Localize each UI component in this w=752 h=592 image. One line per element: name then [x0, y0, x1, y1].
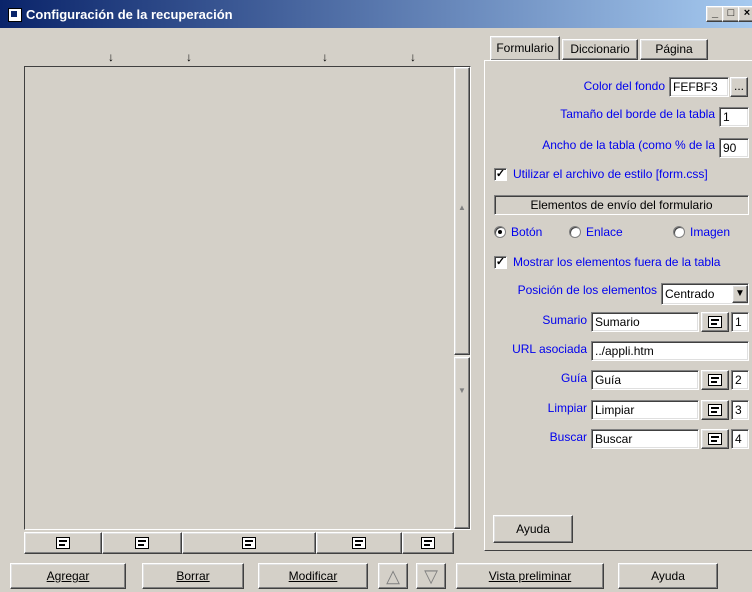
table-width-label: Ancho de la tabla (como % de la — [542, 138, 715, 152]
column-marker-4[interactable]: ↓ — [410, 50, 416, 64]
column-marker-1[interactable]: ↓ — [108, 50, 114, 64]
tab-pagina[interactable]: Página — [640, 39, 708, 60]
sumario-input[interactable]: Sumario — [591, 312, 699, 332]
buscar-order-input[interactable]: 4 — [731, 429, 749, 449]
table-width-input[interactable]: 90 — [719, 138, 749, 158]
row-label-buscar: Buscar — [549, 430, 587, 444]
tab-panel: Color del fondo FEFBF3 ... Tamaño del bo… — [484, 60, 752, 551]
delete-button-label: Borrar — [176, 569, 210, 583]
row-label-guia: Guía — [560, 371, 587, 385]
limpiar-properties-button[interactable] — [701, 400, 729, 420]
preview-button[interactable]: Vista preliminar — [456, 563, 604, 589]
column-properties-button-4[interactable] — [316, 532, 402, 554]
sumario-order-input[interactable]: 1 — [731, 312, 749, 332]
tab-diccionario[interactable]: Diccionario — [562, 39, 638, 60]
properties-icon — [56, 537, 70, 549]
properties-icon — [708, 316, 722, 328]
scroll-up-icon[interactable]: ▲ — [458, 203, 466, 212]
submit-elements-header: Elementos de envío del formulario — [494, 195, 749, 215]
position-label: Posición de los elementos — [517, 283, 657, 297]
guia-properties-button[interactable] — [701, 370, 729, 390]
row-label-url: URL asociada — [512, 342, 587, 356]
preview-button-label: Vista preliminar — [488, 569, 572, 583]
move-up-button[interactable]: △ — [378, 563, 408, 589]
bg-color-label: Color del fondo — [583, 79, 665, 93]
css-checkbox[interactable]: ✓ — [494, 168, 507, 181]
column-marker-2[interactable]: ↓ — [186, 50, 192, 64]
radio-boton-label[interactable]: Botón — [511, 225, 542, 239]
help-bottom-button[interactable]: Ayuda — [618, 563, 718, 589]
form-preview-area[interactable] — [24, 66, 471, 530]
css-checkbox-label[interactable]: Utilizar el archivo de estilo [form.css] — [513, 167, 708, 181]
column-properties-button-1[interactable] — [24, 532, 102, 554]
vertical-scrollbar[interactable]: ▲ ▼ — [454, 67, 470, 529]
app-icon — [8, 8, 22, 22]
sumario-properties-button[interactable] — [701, 312, 729, 332]
limpiar-input[interactable]: Limpiar — [591, 400, 699, 420]
bg-color-input[interactable]: FEFBF3 — [669, 77, 729, 97]
radio-enlace-label[interactable]: Enlace — [586, 225, 623, 239]
properties-icon — [708, 433, 722, 445]
url-input[interactable]: ../appli.htm — [591, 341, 749, 361]
scroll-down-icon[interactable]: ▼ — [458, 386, 466, 395]
bg-color-picker-button[interactable]: ... — [730, 77, 748, 97]
column-marker-3[interactable]: ↓ — [322, 50, 328, 64]
row-label-sumario: Sumario — [542, 313, 587, 327]
tab-formulario[interactable]: Formulario — [490, 36, 560, 60]
close-button[interactable]: × — [738, 6, 752, 22]
properties-icon — [708, 374, 722, 386]
column-properties-button-2[interactable] — [102, 532, 182, 554]
buscar-input[interactable]: Buscar — [591, 429, 699, 449]
radio-enlace[interactable] — [569, 226, 581, 238]
move-down-button[interactable]: ▽ — [416, 563, 446, 589]
properties-icon — [421, 537, 435, 549]
properties-icon — [242, 537, 256, 549]
properties-icon — [352, 537, 366, 549]
limpiar-order-input[interactable]: 3 — [731, 400, 749, 420]
modify-button-label: Modificar — [288, 569, 338, 583]
modify-button[interactable]: Modificar — [258, 563, 368, 589]
form-help-button[interactable]: Ayuda — [493, 515, 573, 543]
scrollbar-thumb-lower[interactable]: ▼ — [454, 357, 470, 529]
add-button[interactable]: Agregar — [10, 563, 126, 589]
row-label-limpiar: Limpiar — [547, 401, 587, 415]
chevron-down-icon[interactable]: ▼ — [732, 285, 748, 303]
properties-icon — [708, 404, 722, 416]
radio-boton[interactable] — [494, 226, 506, 238]
border-size-label: Tamaño del borde de la tabla — [560, 107, 715, 121]
outside-table-checkbox[interactable]: ✓ — [494, 256, 507, 269]
radio-imagen-label[interactable]: Imagen — [690, 225, 730, 239]
guia-order-input[interactable]: 2 — [731, 370, 749, 390]
title-bar: Configuración de la recuperación _ □ × — [0, 0, 752, 28]
radio-imagen[interactable] — [673, 226, 685, 238]
position-select-value: Centrado — [665, 287, 715, 301]
guia-input[interactable]: Guía — [591, 370, 699, 390]
outside-table-checkbox-label[interactable]: Mostrar los elementos fuera de la tabla — [513, 255, 720, 269]
column-properties-button-5[interactable] — [402, 532, 454, 554]
add-button-label: Agregar — [46, 569, 90, 583]
window-title: Configuración de la recuperación — [26, 7, 233, 22]
scrollbar-thumb-upper[interactable]: ▲ — [454, 67, 470, 355]
column-properties-button-3[interactable] — [182, 532, 316, 554]
border-size-input[interactable]: 1 — [719, 107, 749, 127]
properties-icon — [135, 537, 149, 549]
buscar-properties-button[interactable] — [701, 429, 729, 449]
delete-button[interactable]: Borrar — [142, 563, 244, 589]
